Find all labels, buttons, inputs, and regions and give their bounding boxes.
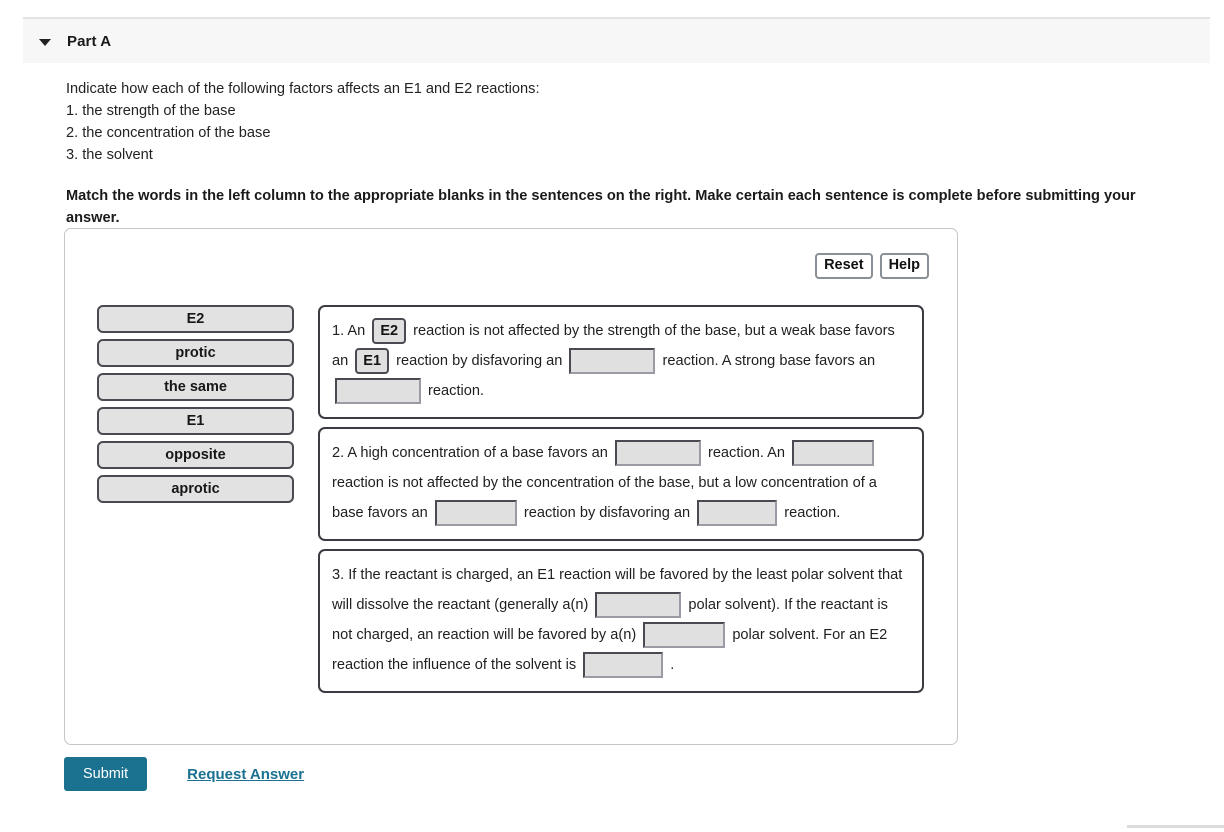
chevron-down-icon[interactable] [39,39,51,46]
page-title: Part A [67,33,111,50]
blank-empty[interactable] [595,592,681,618]
activity-toolbar: Reset Help [815,253,929,279]
sentence-text: reaction. [424,383,484,399]
sentence-text: 1. An [332,323,369,339]
sentence-1: 1. An E2 reaction is not affected by the… [318,305,924,419]
blank-empty[interactable] [435,500,517,526]
sentence-3: 3. If the reactant is charged, an E1 rea… [318,549,924,693]
matching-activity-panel: Reset Help E2 protic the same E1 opposite apr… [64,228,958,745]
question-factor-2: 2. the concentration of the base [66,122,1196,144]
question-instruction: Match the words in the left column to th… [66,185,1190,229]
request-answer-link[interactable]: Request Answer [187,766,304,783]
word-tile[interactable]: aprotic [97,475,294,503]
page-bottom-edge [1127,825,1224,828]
word-bank: E2 protic the same E1 opposite aprotic [97,305,294,509]
sentence-text: 2. A high concentration of a base favors… [332,445,612,461]
help-button[interactable]: Help [880,253,929,279]
sentence-text: reaction. A strong base favors an [658,353,879,369]
action-footer: Submit Request Answer [64,757,304,791]
blank-empty[interactable] [697,500,777,526]
sentence-text: reaction. [780,505,840,521]
blank-empty[interactable] [643,622,725,648]
question-factor-1: 1. the strength of the base [66,100,1196,122]
sentence-text: reaction. An [704,445,789,461]
sentence-2: 2. A high concentration of a base favors… [318,427,924,541]
sentence-list: 1. An E2 reaction is not affected by the… [318,305,924,701]
word-tile[interactable]: protic [97,339,294,367]
question-body: Indicate how each of the following facto… [66,78,1196,229]
blank-empty[interactable] [335,378,421,404]
blank-empty[interactable] [792,440,874,466]
blank-filled[interactable]: E1 [355,348,389,374]
word-tile[interactable]: E1 [97,407,294,435]
word-tile[interactable]: the same [97,373,294,401]
blank-empty[interactable] [569,348,655,374]
part-header-bar: Part A [23,17,1210,63]
question-factor-3: 3. the solvent [66,144,1196,166]
blank-filled[interactable]: E2 [372,318,406,344]
blank-empty[interactable] [583,652,663,678]
sentence-text: reaction by disfavoring an [520,505,694,521]
sentence-text: . [666,657,674,673]
sentence-text: reaction by disfavoring an [392,353,566,369]
word-tile[interactable]: opposite [97,441,294,469]
word-tile[interactable]: E2 [97,305,294,333]
reset-button[interactable]: Reset [815,253,873,279]
blank-empty[interactable] [615,440,701,466]
question-intro: Indicate how each of the following facto… [66,78,1196,100]
submit-button[interactable]: Submit [64,757,147,791]
